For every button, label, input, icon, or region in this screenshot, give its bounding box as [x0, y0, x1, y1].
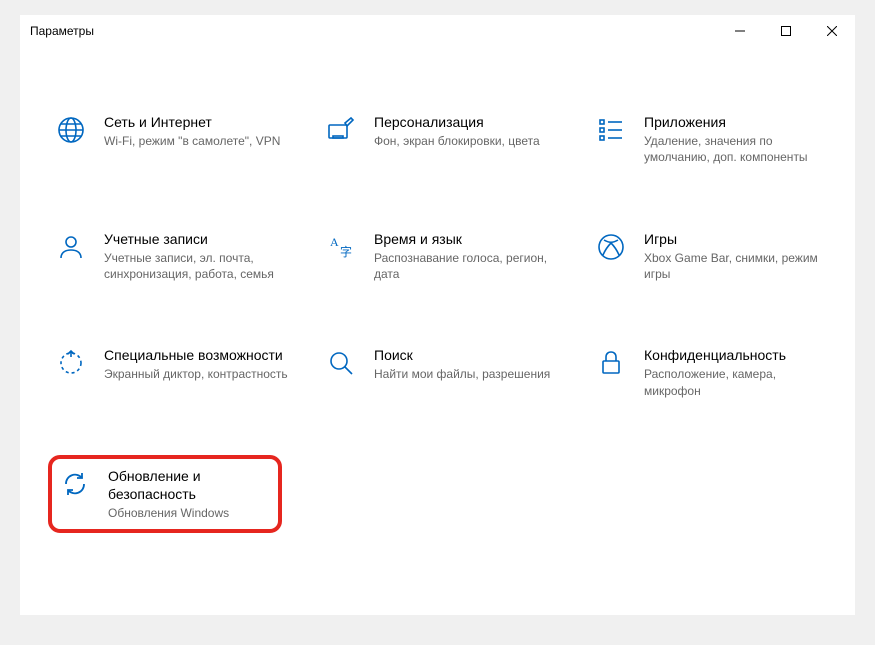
tile-text: Обновление и безопасность Обновления Win…: [108, 467, 272, 522]
titlebar: Параметры: [20, 15, 855, 47]
window-title: Параметры: [30, 24, 94, 38]
tile-desc: Экранный диктор, контрастность: [104, 366, 288, 382]
tile-personalization[interactable]: Персонализация Фон, экран блокировки, цв…: [320, 107, 580, 172]
tile-title: Учетные записи: [104, 230, 294, 248]
tile-gaming[interactable]: Игры Xbox Game Bar, снимки, режим игры: [590, 224, 850, 289]
tile-text: Специальные возможности Экранный диктор,…: [104, 346, 288, 382]
sync-icon: [58, 467, 92, 501]
maximize-icon: [781, 26, 791, 36]
tile-text: Приложения Удаление, значения по умолчан…: [644, 113, 834, 166]
search-icon: [324, 346, 358, 380]
globe-icon: [54, 113, 88, 147]
tile-apps[interactable]: Приложения Удаление, значения по умолчан…: [590, 107, 850, 172]
xbox-icon: [594, 230, 628, 264]
tile-desc: Wi-Fi, режим "в самолете", VPN: [104, 133, 280, 149]
lock-icon: [594, 346, 628, 380]
tile-text: Время и язык Распознавание голоса, регио…: [374, 230, 564, 283]
tile-text: Конфиденциальность Расположение, камера,…: [644, 346, 834, 399]
tile-privacy[interactable]: Конфиденциальность Расположение, камера,…: [590, 340, 850, 405]
minimize-icon: [735, 26, 745, 36]
tile-accounts[interactable]: Учетные записи Учетные записи, эл. почта…: [50, 224, 310, 289]
tile-desc: Удаление, значения по умолчанию, доп. ко…: [644, 133, 834, 165]
tile-text: Учетные записи Учетные записи, эл. почта…: [104, 230, 294, 283]
tile-text: Игры Xbox Game Bar, снимки, режим игры: [644, 230, 834, 283]
tile-desc: Найти мои файлы, разрешения: [374, 366, 550, 382]
close-icon: [827, 26, 837, 36]
maximize-button[interactable]: [763, 15, 809, 47]
settings-window: Параметры Сеть и Интернет Wi-Fi, режим "…: [20, 15, 855, 615]
tile-title: Сеть и Интернет: [104, 113, 280, 131]
tile-title: Обновление и безопасность: [108, 467, 272, 503]
tile-title: Время и язык: [374, 230, 564, 248]
language-icon: A字: [324, 230, 358, 264]
tile-desc: Фон, экран блокировки, цвета: [374, 133, 540, 149]
tile-title: Игры: [644, 230, 834, 248]
window-controls: [717, 15, 855, 47]
tile-title: Конфиденциальность: [644, 346, 834, 364]
tile-title: Персонализация: [374, 113, 540, 131]
tile-accessibility[interactable]: Специальные возможности Экранный диктор,…: [50, 340, 310, 405]
apps-list-icon: [594, 113, 628, 147]
tile-title: Приложения: [644, 113, 834, 131]
tile-title: Специальные возможности: [104, 346, 288, 364]
tile-text: Сеть и Интернет Wi-Fi, режим "в самолете…: [104, 113, 280, 149]
tile-title: Поиск: [374, 346, 550, 364]
tile-search[interactable]: Поиск Найти мои файлы, разрешения: [320, 340, 580, 405]
tile-desc: Xbox Game Bar, снимки, режим игры: [644, 250, 834, 282]
settings-grid: Сеть и Интернет Wi-Fi, режим "в самолете…: [20, 47, 855, 551]
tile-text: Поиск Найти мои файлы, разрешения: [374, 346, 550, 382]
tile-desc: Обновления Windows: [108, 505, 272, 521]
tile-time-language[interactable]: A字 Время и язык Распознавание голоса, ре…: [320, 224, 580, 289]
person-icon: [54, 230, 88, 264]
paintbrush-icon: [324, 113, 358, 147]
tile-update-security[interactable]: Обновление и безопасность Обновления Win…: [50, 457, 280, 532]
tile-desc: Учетные записи, эл. почта, синхронизация…: [104, 250, 294, 282]
close-button[interactable]: [809, 15, 855, 47]
svg-text:A: A: [330, 235, 339, 249]
svg-text:字: 字: [340, 244, 352, 259]
accessibility-icon: [54, 346, 88, 380]
tile-desc: Распознавание голоса, регион, дата: [374, 250, 564, 282]
minimize-button[interactable]: [717, 15, 763, 47]
tile-text: Персонализация Фон, экран блокировки, цв…: [374, 113, 540, 149]
tile-desc: Расположение, камера, микрофон: [644, 366, 834, 398]
tile-network[interactable]: Сеть и Интернет Wi-Fi, режим "в самолете…: [50, 107, 310, 172]
